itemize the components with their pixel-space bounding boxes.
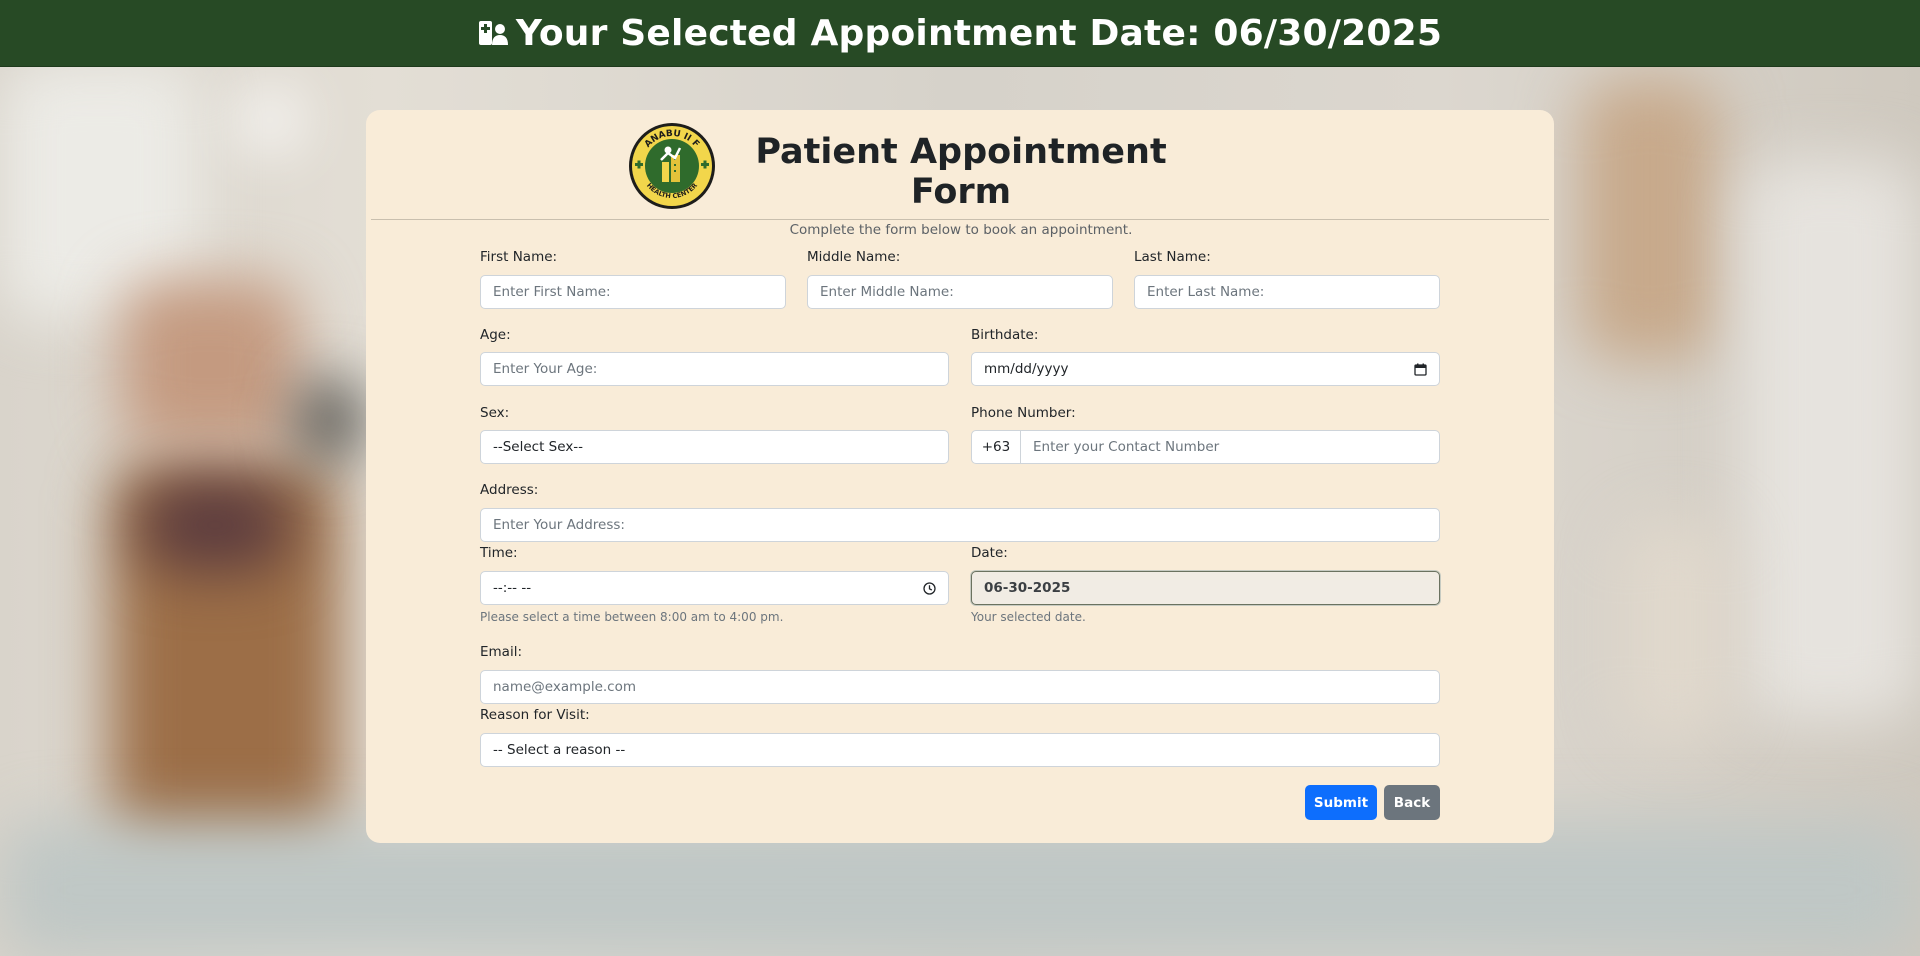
sex-select-value: --Select Sex--: [493, 439, 584, 455]
address-input[interactable]: Enter Your Address:: [480, 508, 1440, 542]
address-label: Address:: [480, 482, 539, 498]
last-name-input[interactable]: Enter Last Name:: [1134, 275, 1440, 309]
sex-select[interactable]: --Select Sex--: [480, 430, 949, 464]
phone-placeholder: Enter your Contact Number: [1033, 439, 1220, 455]
age-label: Age:: [480, 327, 511, 343]
phone-input[interactable]: Enter your Contact Number: [1020, 430, 1440, 464]
sex-label: Sex:: [480, 405, 510, 421]
time-help-text: Please select a time between 8:00 am to …: [480, 610, 784, 624]
birthdate-value: mm/dd/yyyy: [984, 361, 1069, 377]
date-label: Date:: [971, 545, 1008, 561]
calendar-icon[interactable]: [1414, 363, 1427, 376]
email-label: Email:: [480, 644, 523, 660]
time-input[interactable]: --:-- --: [480, 571, 949, 605]
first-name-placeholder: Enter First Name:: [493, 284, 611, 300]
page-title: Your Selected Appointment Date: 06/30/20…: [515, 12, 1443, 54]
date-input[interactable]: 06-30-2025: [971, 571, 1440, 605]
form-title: Patient Appointment Form: [755, 132, 1167, 212]
birthdate-input[interactable]: mm/dd/yyyy: [971, 352, 1440, 386]
form-header: ANABU II F HEALTH CENTER Patient Appoint…: [371, 110, 1549, 238]
submit-button[interactable]: Submit: [1305, 785, 1377, 820]
phone-country-code: +63: [971, 430, 1021, 464]
birthdate-label: Birthdate:: [971, 327, 1039, 343]
middle-name-label: Middle Name:: [807, 249, 901, 265]
first-name-input[interactable]: Enter First Name:: [480, 275, 786, 309]
reason-select-value: -- Select a reason --: [493, 742, 626, 758]
email-input[interactable]: name@example.com: [480, 670, 1440, 704]
middle-name-input[interactable]: Enter Middle Name:: [807, 275, 1113, 309]
form-title-block: Patient Appointment Form Complete the fo…: [741, 132, 1181, 238]
back-button[interactable]: Back: [1384, 785, 1440, 820]
first-name-label: First Name:: [480, 249, 558, 265]
last-name-label: Last Name:: [1134, 249, 1211, 265]
hospital-user-icon: [478, 20, 508, 46]
age-placeholder: Enter Your Age:: [493, 361, 598, 377]
middle-name-placeholder: Enter Middle Name:: [820, 284, 954, 300]
date-value: 06-30-2025: [984, 580, 1071, 596]
phone-label: Phone Number:: [971, 405, 1076, 421]
reason-label: Reason for Visit:: [480, 707, 590, 723]
time-label: Time:: [480, 545, 518, 561]
top-banner: Your Selected Appointment Date: 06/30/20…: [0, 0, 1920, 67]
date-help-text: Your selected date.: [971, 610, 1086, 624]
address-placeholder: Enter Your Address:: [493, 517, 625, 533]
reason-select[interactable]: -- Select a reason --: [480, 733, 1440, 767]
last-name-placeholder: Enter Last Name:: [1147, 284, 1265, 300]
clock-icon[interactable]: [923, 581, 936, 595]
time-value: --:-- --: [493, 580, 532, 596]
appointment-form-card: ANABU II F HEALTH CENTER Patient Appoint…: [366, 110, 1554, 843]
form-subtitle: Complete the form below to book an appoi…: [789, 222, 1133, 238]
email-placeholder: name@example.com: [493, 679, 637, 695]
health-center-logo: ANABU II F HEALTH CENTER: [628, 122, 716, 210]
age-input[interactable]: Enter Your Age:: [480, 352, 949, 386]
